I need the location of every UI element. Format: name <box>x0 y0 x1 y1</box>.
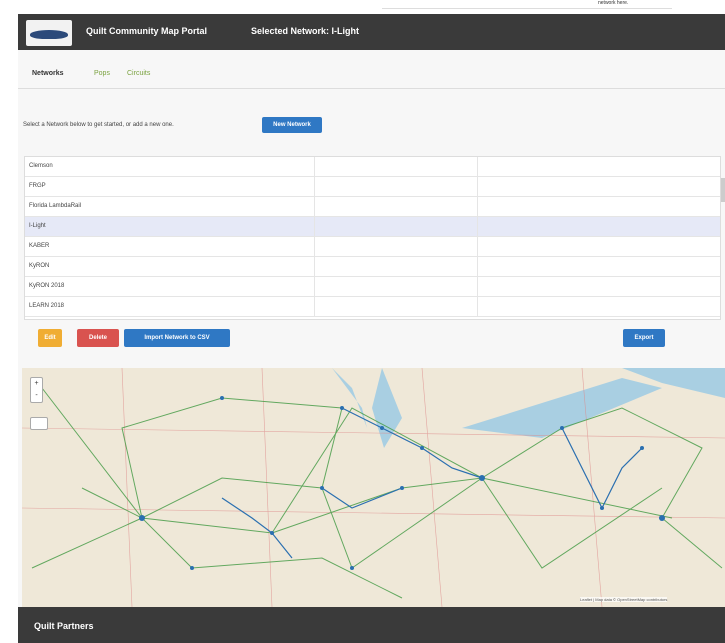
column-divider <box>477 217 478 236</box>
table-row[interactable]: Florida LambdaRail <box>25 197 720 217</box>
network-map[interactable] <box>22 368 725 607</box>
column-divider <box>477 157 478 176</box>
network-name: LEARN 2018 <box>29 303 65 309</box>
top-note: network here. <box>598 0 629 6</box>
map-attribution: Leaflet | Map data © OpenStreetMap contr… <box>580 597 668 602</box>
quilt-logo[interactable] <box>26 20 72 46</box>
table-row[interactable]: Clemson <box>25 157 720 177</box>
column-divider <box>314 157 315 176</box>
new-network-button[interactable]: New Network <box>262 117 322 133</box>
column-divider <box>314 277 315 296</box>
column-divider <box>477 277 478 296</box>
app-title[interactable]: Quilt Community Map Portal <box>86 26 207 36</box>
column-divider <box>314 177 315 196</box>
header-bar: Quilt Community Map Portal Selected Netw… <box>18 14 725 50</box>
zoom-out-button[interactable]: - <box>31 390 42 402</box>
network-name: I-Light <box>29 223 46 229</box>
footer-title: Quilt Partners <box>34 621 94 631</box>
intro-text: Select a Network below to get started, o… <box>23 122 174 128</box>
tab-circuits[interactable]: Circuits <box>127 70 150 77</box>
zoom-control: + - <box>30 377 43 403</box>
networks-table: Clemson FRGP Florida LambdaRail I-Light KABE… <box>24 156 721 320</box>
selected-network-label: Selected Network: I-Light <box>251 26 360 36</box>
top-tab-area <box>382 0 672 9</box>
column-divider <box>314 257 315 276</box>
network-name: Florida LambdaRail <box>29 203 82 209</box>
network-name: KABER <box>29 243 50 249</box>
network-name: KyRON 2018 <box>29 283 65 289</box>
zoom-in-button[interactable]: + <box>31 378 42 390</box>
table-scrollbar[interactable] <box>721 178 725 202</box>
network-name: KyRON <box>29 263 50 269</box>
browser-top-strip: network here. <box>0 0 725 12</box>
table-row[interactable]: KyRON 2018 <box>25 277 720 297</box>
delete-button[interactable]: Delete <box>77 329 119 347</box>
map-canvas <box>22 368 725 607</box>
network-name: Clemson <box>29 163 53 169</box>
import-network-button[interactable]: Import Network to CSV <box>124 329 230 347</box>
table-row[interactable]: I-Light <box>25 217 720 237</box>
table-row[interactable]: LEARN 2018 <box>25 297 720 317</box>
tab-networks[interactable]: Networks <box>23 62 87 89</box>
column-divider <box>477 297 478 316</box>
column-divider <box>314 297 315 316</box>
partners-footer: Quilt Partners <box>18 607 725 643</box>
export-button[interactable]: Export <box>623 329 665 347</box>
table-row[interactable]: FRGP <box>25 177 720 197</box>
column-divider <box>477 177 478 196</box>
table-row[interactable]: KyRON <box>25 257 720 277</box>
tab-pops[interactable]: Pops <box>94 70 110 77</box>
layers-icon[interactable] <box>30 417 48 430</box>
edit-button[interactable]: Edit <box>38 329 62 347</box>
column-divider <box>477 197 478 216</box>
column-divider <box>314 197 315 216</box>
column-divider <box>477 257 478 276</box>
table-row[interactable]: KABER <box>25 237 720 257</box>
column-divider <box>314 237 315 256</box>
logo-graphic <box>30 30 68 39</box>
tab-bar: Networks Pops Circuits <box>18 62 725 89</box>
column-divider <box>477 237 478 256</box>
column-divider <box>314 217 315 236</box>
network-name: FRGP <box>29 183 46 189</box>
